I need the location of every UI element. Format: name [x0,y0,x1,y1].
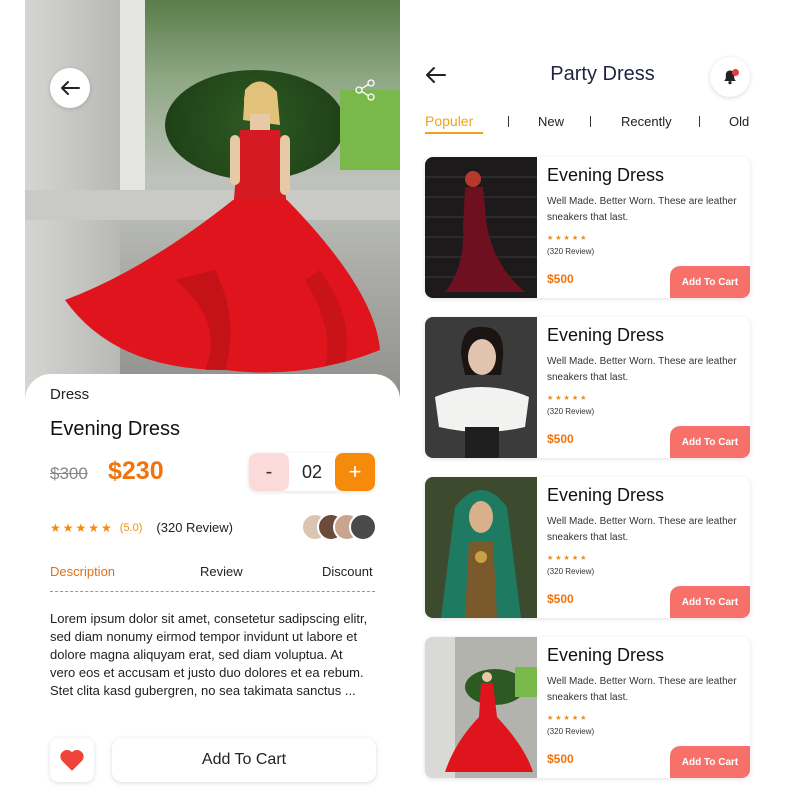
increase-quantity-button[interactable]: + [335,453,375,491]
card-add-to-cart-button[interactable]: Add To Cart [670,746,750,778]
product-card[interactable]: Evening Dress Well Made. Better Worn. Th… [425,157,750,298]
sale-price: $230 [108,457,164,485]
star-rating-icons: ★★★★★ [547,395,589,402]
quantity-value: 02 [301,461,323,482]
favorite-button[interactable] [50,738,94,782]
back-button[interactable] [50,68,90,108]
filter-divider [590,116,591,127]
card-description: Well Made. Better Worn. These are leathe… [547,516,737,543]
product-thumbnail [425,317,537,458]
card-add-to-cart-button[interactable]: Add To Cart [670,426,750,458]
card-title: Evening Dress [547,325,665,345]
product-list-screen: Party Dress Populer New Recently Old Eve… [425,0,750,812]
decrease-quantity-button[interactable]: - [249,453,289,491]
tab-review[interactable]: Review [200,564,243,579]
rating-summary: ★★★★★ (5.0) (320 Review) [50,520,233,535]
tab-discount[interactable]: Discount [322,564,373,579]
filter-divider [508,116,509,127]
notification-dot [732,69,739,76]
product-thumbnail [425,157,537,298]
product-photo [25,0,400,400]
star-rating-icons: ★★★★★ [547,555,589,562]
tab-description[interactable]: Description [50,564,115,579]
product-card[interactable]: Evening Dress Well Made. Better Worn. Th… [425,477,750,618]
arrow-left-icon [61,81,80,95]
star-rating-icons: ★★★★★ [547,235,589,242]
review-count: (320 Review) [156,520,234,535]
product-thumbnail [425,637,537,778]
filter-tabs: Populer New Recently Old [425,112,750,136]
avatar [349,513,377,541]
detail-tabs: Description Review Discount [50,564,375,592]
card-review-count: (320 Review) [547,727,595,736]
card-review-count: (320 Review) [547,407,595,416]
card-price: $500 [547,272,574,286]
product-info-sheet: Dress Evening Dress $300 $230 - 02 + ★★★… [25,374,400,812]
heart-icon [60,749,84,771]
filter-new[interactable]: New [538,114,564,129]
product-thumbnail [425,477,537,618]
product-description: Lorem ipsum dolor sit amet, consetetur s… [50,611,368,698]
card-review-count: (320 Review) [547,247,595,256]
product-name: Evening Dress [50,418,181,440]
product-detail-screen: Dress Evening Dress $300 $230 - 02 + ★★★… [25,0,400,812]
card-price: $500 [547,592,574,606]
product-card[interactable]: Evening Dress Well Made. Better Worn. Th… [425,637,750,778]
filter-divider [699,116,700,127]
quantity-stepper: - 02 + [249,453,375,491]
product-category: Dress [50,386,90,403]
filter-old[interactable]: Old [729,114,749,129]
original-price: $300 [50,464,88,483]
rating-value: (5.0) [119,521,143,534]
reviewer-avatars [301,513,381,541]
red-dress-figure [65,81,380,373]
card-title: Evening Dress [547,165,665,185]
active-filter-underline [425,132,483,134]
card-description: Well Made. Better Worn. These are leathe… [547,676,737,703]
star-rating-icons: ★★★★★ [547,715,589,722]
product-card[interactable]: Evening Dress Well Made. Better Worn. Th… [425,317,750,458]
card-add-to-cart-button[interactable]: Add To Cart [670,586,750,618]
card-description: Well Made. Better Worn. These are leathe… [547,196,737,223]
card-title: Evening Dress [547,645,665,665]
add-to-cart-button[interactable]: Add To Cart [112,738,376,782]
notification-button[interactable] [710,57,750,97]
share-icon[interactable] [353,78,377,102]
card-price: $500 [547,432,574,446]
card-review-count: (320 Review) [547,567,595,576]
card-add-to-cart-button[interactable]: Add To Cart [670,266,750,298]
card-description: Well Made. Better Worn. These are leathe… [547,356,737,383]
filter-populer[interactable]: Populer [425,113,473,129]
card-title: Evening Dress [547,485,665,505]
card-price: $500 [547,752,574,766]
filter-recently[interactable]: Recently [621,114,672,129]
star-rating-icons: ★★★★★ [50,520,114,535]
